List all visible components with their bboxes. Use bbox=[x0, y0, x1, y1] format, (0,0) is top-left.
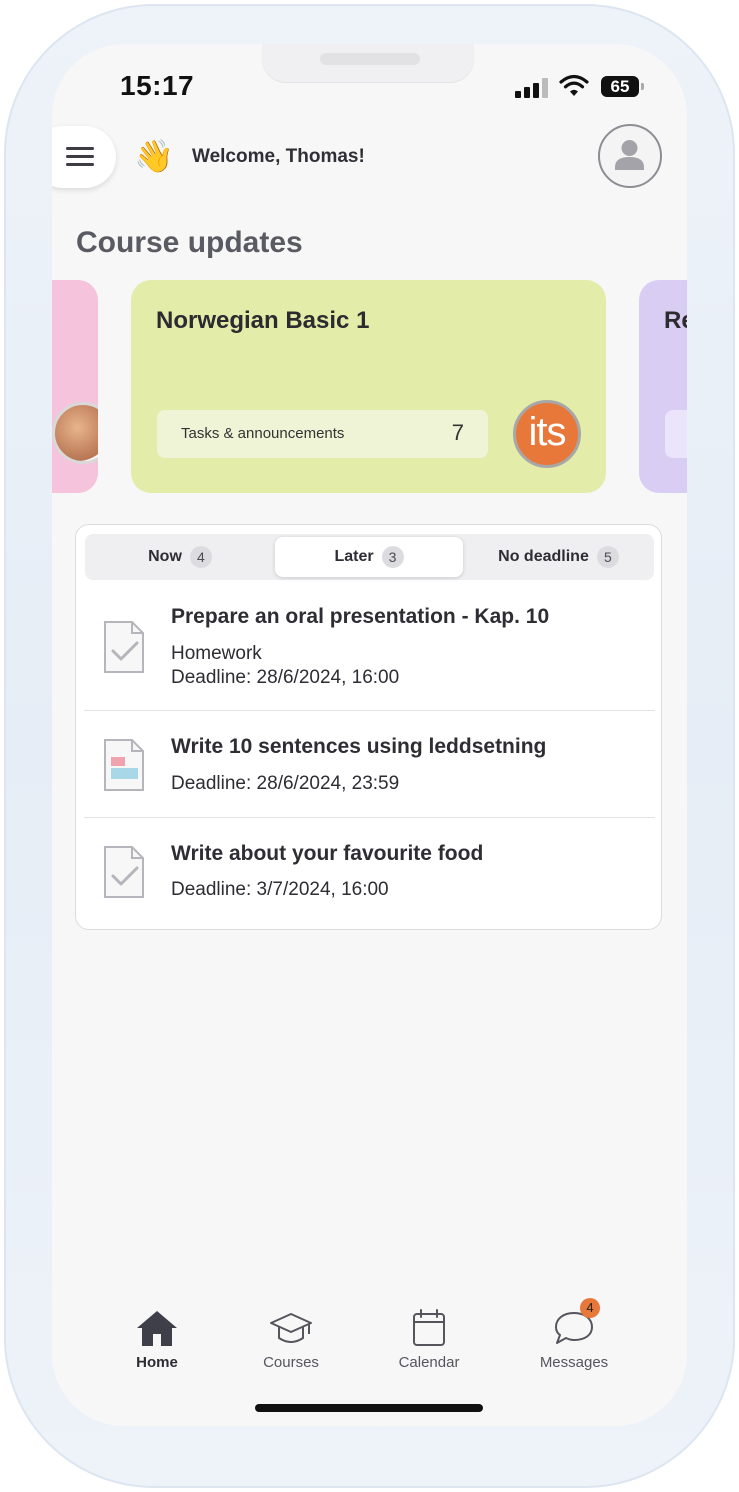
profile-avatar-button[interactable] bbox=[598, 124, 662, 188]
course-card-norwegian-basic-1[interactable]: Norwegian Basic 1 Tasks & announcements … bbox=[131, 280, 606, 493]
speaker-grille bbox=[320, 53, 420, 65]
tab-courses[interactable]: Courses bbox=[236, 1308, 346, 1371]
course-card[interactable]: Re bbox=[639, 280, 687, 493]
user-icon bbox=[615, 140, 644, 170]
tab-messages[interactable]: 4 Messages bbox=[519, 1298, 629, 1371]
home-indicator[interactable] bbox=[255, 1404, 483, 1412]
tab-label: Calendar bbox=[398, 1354, 460, 1371]
task-title: Prepare an oral presentation - Kap. 10 bbox=[171, 605, 550, 628]
chat-bubble-icon: 4 bbox=[552, 1298, 600, 1348]
task-title: Write about your favourite food bbox=[171, 842, 484, 865]
status-time: 15:17 bbox=[120, 70, 195, 101]
pill-label: Tasks & announcements bbox=[181, 425, 345, 442]
tab-label: Now bbox=[148, 548, 182, 565]
course-card[interactable] bbox=[52, 280, 98, 493]
hamburger-icon bbox=[66, 147, 94, 167]
tasks-announcements-pill[interactable]: Tasks & announcements 7 bbox=[157, 410, 488, 458]
welcome-text: Welcome, Thomas! bbox=[192, 146, 365, 167]
document-form-icon bbox=[104, 739, 144, 791]
task-title: Write 10 sentences using leddsetning bbox=[171, 735, 547, 758]
tab-count-badge: 3 bbox=[381, 546, 404, 568]
pill-count: 7 bbox=[451, 420, 464, 445]
tab-label: Home bbox=[136, 1354, 178, 1371]
waving-hand-icon: 👋 bbox=[134, 138, 174, 174]
task-deadline: Deadline: 28/6/2024, 16:00 bbox=[171, 667, 400, 688]
task-item[interactable]: Write 10 sentences using leddsetning Dea… bbox=[84, 711, 655, 818]
course-title: Re bbox=[664, 307, 687, 334]
menu-button[interactable] bbox=[52, 126, 116, 188]
tab-now[interactable]: Now 4 bbox=[85, 537, 275, 577]
task-item[interactable]: Write about your favourite food Deadline… bbox=[84, 818, 655, 924]
task-deadline: Deadline: 3/7/2024, 16:00 bbox=[171, 879, 389, 900]
tab-calendar[interactable]: Calendar bbox=[374, 1308, 484, 1371]
task-deadline: Deadline: 28/6/2024, 23:59 bbox=[171, 773, 400, 794]
task-type: Homework bbox=[171, 643, 262, 664]
tab-label: Courses bbox=[263, 1354, 319, 1371]
course-title: Norwegian Basic 1 bbox=[156, 307, 370, 334]
graduation-cap-icon bbox=[269, 1308, 313, 1348]
document-check-icon bbox=[104, 846, 144, 898]
course-updates-heading: Course updates bbox=[76, 226, 303, 259]
tab-label: Messages bbox=[539, 1354, 609, 1371]
tasks-panel: Now 4 Later 3 No deadline 5 Prepare an o… bbox=[75, 524, 662, 930]
deadline-tabs: Now 4 Later 3 No deadline 5 bbox=[85, 534, 654, 580]
calendar-icon bbox=[407, 1308, 451, 1348]
tab-later[interactable]: Later 3 bbox=[275, 537, 463, 577]
document-check-icon bbox=[104, 621, 144, 673]
messages-badge: 4 bbox=[580, 1298, 600, 1318]
tab-label: No deadline bbox=[498, 548, 589, 565]
tab-count-badge: 4 bbox=[189, 546, 212, 568]
task-item[interactable]: Prepare an oral presentation - Kap. 10 H… bbox=[84, 587, 655, 711]
cellular-signal-icon bbox=[515, 78, 549, 98]
tasks-announcements-pill[interactable] bbox=[665, 410, 687, 458]
bottom-tab-bar: Home Courses Calendar 4 Messages bbox=[52, 1294, 687, 1384]
tab-no-deadline[interactable]: No deadline 5 bbox=[463, 537, 654, 577]
its-logo: its bbox=[513, 400, 581, 468]
wifi-icon bbox=[559, 74, 589, 96]
teacher-photo bbox=[52, 402, 98, 464]
tab-home[interactable]: Home bbox=[102, 1308, 212, 1371]
app-screen: 15:17 65 👋 Welcome, Thomas! Course updat… bbox=[52, 44, 687, 1426]
home-icon bbox=[135, 1308, 179, 1348]
battery-icon: 65 bbox=[601, 76, 644, 97]
tab-label: Later bbox=[334, 548, 374, 565]
tab-count-badge: 5 bbox=[596, 546, 619, 568]
